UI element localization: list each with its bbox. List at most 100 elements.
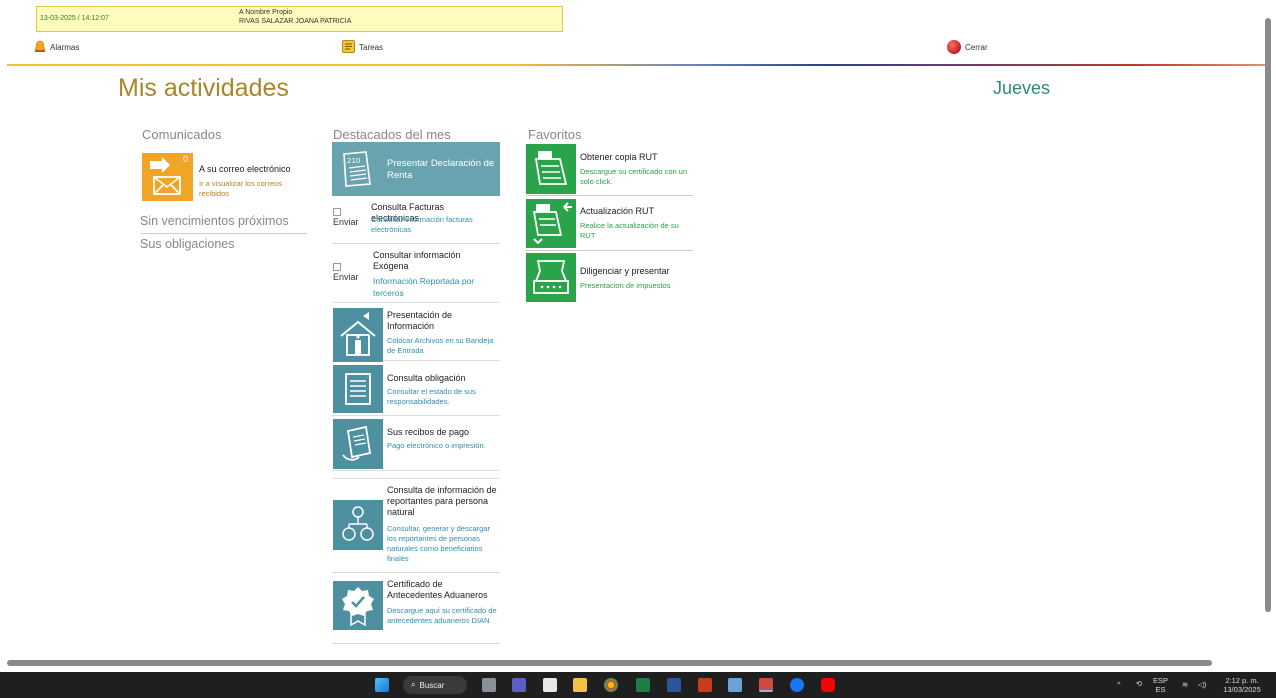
mail-tile[interactable]: 0 (142, 153, 193, 201)
document-list-icon (333, 365, 383, 413)
item-title: Certificado de Antecedentes Aduaneros (387, 579, 488, 600)
scroll-thumb[interactable] (7, 660, 1212, 666)
wifi-icon[interactable]: ≋ (1182, 680, 1188, 689)
list-item-aduaneros[interactable]: Certificado de Antecedentes Aduaneros De… (332, 573, 500, 644)
item-subtitle: Colocar Archivos en su Bandeja de Entrad… (387, 336, 494, 355)
obligations-link[interactable]: Sus obligaciones (140, 237, 235, 251)
people-network-icon (333, 500, 383, 550)
top-nav: Alarmas Tareas Cerrar (0, 38, 1265, 58)
item-title: Actualización RUT (580, 206, 655, 216)
mail-subtitle[interactable]: Ir a visualizar los correos recibidos (199, 179, 299, 199)
item-subtitle: Presentacion de impuestos (580, 281, 671, 290)
taskbar-search[interactable]: ⌕ Buscar (403, 676, 467, 694)
teams-icon[interactable] (512, 678, 526, 692)
item-title: Sus recibos de pago (387, 427, 470, 437)
excel-icon[interactable] (636, 678, 650, 692)
scroll-thumb[interactable] (1265, 18, 1271, 612)
item-subtitle: Descargue su certificado con un solo cli… (580, 167, 688, 186)
horizontal-scrollbar[interactable] (7, 659, 1265, 667)
item-subtitle: Descargue aquí su certificado de anteced… (387, 606, 497, 625)
cash-register-icon (526, 253, 576, 302)
list-item-exogena[interactable]: Enviar Consultar información Exógena Inf… (332, 244, 500, 303)
clock[interactable]: 2:12 p. m. 13/03/2025 (1219, 676, 1265, 694)
page-title: Mis actividades (118, 74, 289, 102)
list-item-recibos[interactable]: Sus recibos de pago Pago electrónico o i… (332, 416, 500, 471)
network-alert-icon[interactable]: ⟲ (1133, 679, 1145, 688)
close-session-link[interactable]: Cerrar (947, 40, 988, 54)
alarms-link[interactable]: Alarmas (34, 40, 79, 55)
bell-icon (34, 40, 46, 55)
user-info-bar: 13-03-2025 / 14:12:07 A Nombre Propio RI… (36, 6, 563, 32)
featured-declaracion-renta[interactable]: 210 Presentar Declaración de Renta (332, 142, 500, 196)
favorite-copia-rut[interactable]: Obtener copia RUT Descargue su certifica… (526, 143, 693, 196)
tax-form-icon: 210 (343, 151, 371, 187)
file-explorer-icon[interactable] (573, 678, 587, 692)
powerpoint-icon[interactable] (698, 678, 712, 692)
chrome-icon[interactable] (604, 678, 618, 692)
item-subtitle: Consultar, generar y descargar los repor… (387, 524, 490, 563)
facebook-icon[interactable] (790, 678, 804, 692)
receipt-icon (333, 419, 383, 469)
side-divider (140, 233, 307, 234)
rut-document-icon (526, 144, 576, 194)
upload-house-icon (333, 308, 383, 362)
item-subtitle: Consultar información facturas electróni… (371, 215, 473, 234)
destacados-heading: Destacados del mes (333, 127, 451, 142)
mail-title[interactable]: A su correo electrónico (199, 164, 291, 174)
divider (332, 471, 500, 479)
session-datetime: 13-03-2025 / 14:12:07 (40, 15, 109, 22)
item-title: Consulta obligación (387, 373, 466, 383)
featured-title: Presentar Declaración de Renta (387, 158, 495, 181)
form-number: 210 (347, 157, 360, 165)
tasks-link[interactable]: Tareas (342, 40, 383, 55)
task-list-icon (342, 40, 355, 55)
file-icon[interactable] (543, 678, 557, 692)
user-role: A Nombre Propio (239, 9, 293, 16)
item-title: Diligenciar y presentar (580, 266, 670, 276)
clock-date: 13/03/2025 (1223, 685, 1261, 694)
page: 13-03-2025 / 14:12:07 A Nombre Propio RI… (0, 0, 1276, 698)
tasks-label: Tareas (359, 43, 384, 52)
windows-taskbar: ⌕ Buscar ^ ⟲ ESP ES ≋ ◁) 2:12 p. m. 13/0… (0, 672, 1276, 698)
favorite-diligenciar[interactable]: Diligenciar y presentar Presentacion de … (526, 251, 693, 303)
item-title: Consultar información Exógena (373, 250, 461, 271)
lang-top: ESP (1153, 676, 1169, 685)
user-name: RIVAS SALAZAR JOANA PATRICIA (239, 18, 352, 25)
alarms-label: Alarmas (50, 43, 80, 52)
item-subtitle: Información Reportada por terceros (373, 276, 475, 298)
clock-time: 2:12 p. m. (1225, 676, 1259, 685)
tray-overflow-icon[interactable]: ^ (1117, 680, 1121, 689)
vertical-scrollbar[interactable] (1264, 8, 1272, 656)
list-item-facturas[interactable]: Enviar Consulta Facturas electrónicas Co… (332, 196, 500, 244)
lang-bottom: ES (1155, 685, 1166, 694)
windows-start-icon[interactable] (375, 678, 389, 692)
search-label: Buscar (419, 680, 445, 690)
item-title: Presentación de Información (387, 310, 453, 331)
day-label: Jueves (993, 78, 1051, 98)
list-item-consulta-obligacion[interactable]: Consulta obligación Consultar el estado … (332, 361, 500, 416)
favoritos-heading: Favoritos (528, 127, 582, 142)
volume-icon[interactable]: ◁) (1198, 680, 1206, 689)
item-subtitle: Realice la actualización de su RUT (580, 221, 679, 240)
app-icon[interactable] (728, 678, 742, 692)
envelope-icon (150, 157, 181, 195)
youtube-icon[interactable] (821, 678, 835, 692)
item-title: Consulta de información de reportantes p… (387, 485, 497, 517)
word-icon[interactable] (667, 678, 681, 692)
broken-image-icon: Enviar (333, 208, 359, 227)
item-subtitle: Consultar el estado de sus responsabilid… (387, 387, 476, 406)
no-deadlines-link[interactable]: Sin vencimientos próximos (140, 214, 289, 228)
favorite-actualizacion-rut[interactable]: Actualización RUT Realice la actualizaci… (526, 196, 693, 251)
list-item-presentacion[interactable]: Presentación de Información Colocar Arch… (332, 303, 500, 362)
task-view-icon[interactable] (482, 678, 496, 692)
search-icon: ⌕ (411, 680, 416, 689)
active-app-icon[interactable] (759, 678, 773, 692)
header-divider (7, 64, 1265, 66)
item-subtitle: Pago electrónico o impresión. (387, 441, 486, 450)
close-label: Cerrar (965, 42, 988, 52)
list-item-reportantes[interactable]: Consulta de información de reportantes p… (332, 479, 500, 573)
item-title: Obtener copia RUT (580, 152, 658, 162)
certificate-badge-icon (333, 581, 383, 630)
rut-update-icon (526, 199, 576, 248)
language-indicator[interactable]: ESP ES (1153, 676, 1168, 694)
